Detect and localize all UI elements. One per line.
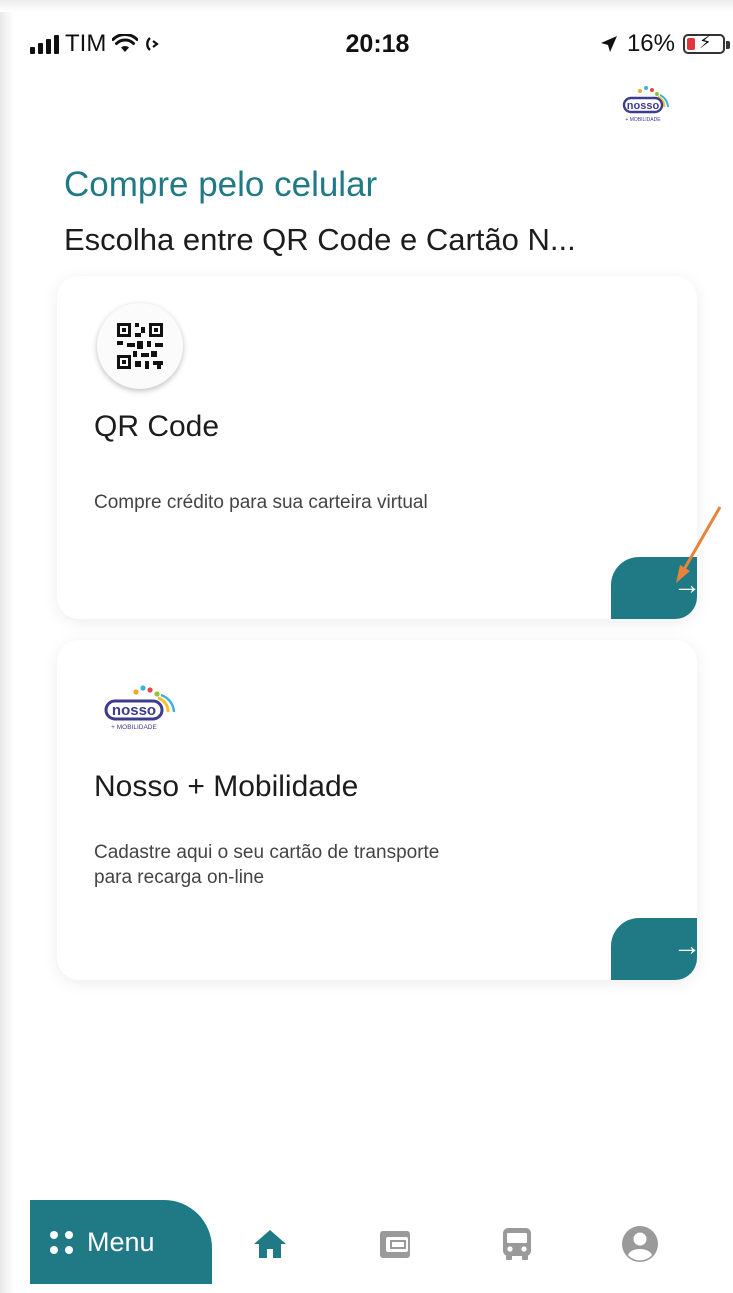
bus-icon bbox=[503, 1228, 531, 1260]
home-icon bbox=[254, 1230, 286, 1258]
battery-percent: 16% bbox=[626, 30, 675, 57]
arrow-right-icon: → bbox=[673, 569, 697, 600]
nosso-mobilidade-logo: nosso + MOBILIDADE bbox=[104, 685, 176, 731]
qr-code-card[interactable]: QR Code Compre crédito para sua carteira… bbox=[57, 276, 697, 619]
qr-code-arrow-button[interactable]: → bbox=[611, 557, 697, 619]
bottom-navigation: Menu bbox=[30, 1200, 725, 1284]
qr-code-card-title: QR Code bbox=[94, 410, 220, 443]
nav-bus-button[interactable] bbox=[497, 1224, 537, 1264]
header-logo-text: nosso bbox=[627, 100, 660, 112]
menu-label: Menu bbox=[87, 1226, 155, 1257]
header-logo-subtext: + MOBILIDADE bbox=[625, 117, 661, 123]
battery-icon: ⚡ bbox=[683, 32, 730, 54]
screenshot-border-left bbox=[0, 0, 14, 1293]
status-bar: TIM 20:18 16% ⚡ bbox=[30, 28, 730, 68]
description-line-2: para recarga on-line bbox=[94, 867, 265, 888]
nosso-mobilidade-header-logo: nosso + MOBILIDADE bbox=[622, 86, 669, 123]
page-title: Compre pelo celular bbox=[64, 165, 378, 204]
status-right: 16% ⚡ bbox=[599, 30, 730, 58]
qr-code-icon-badge bbox=[97, 303, 183, 389]
nav-profile-button[interactable] bbox=[620, 1224, 660, 1264]
nosso-mobilidade-arrow-button[interactable]: → bbox=[611, 918, 697, 980]
profile-icon bbox=[622, 1226, 658, 1262]
nosso-mobilidade-card-description: Cadastre aqui o seu cartão de transporte… bbox=[94, 840, 534, 890]
menu-dots-icon bbox=[50, 1230, 73, 1254]
card-logo-subtext: + MOBILIDADE bbox=[111, 724, 157, 731]
page-subtitle: Escolha entre QR Code e Cartão N... bbox=[64, 222, 576, 257]
nav-wallet-button[interactable] bbox=[376, 1224, 416, 1264]
qr-code-icon bbox=[115, 321, 165, 371]
location-arrow-icon bbox=[600, 36, 617, 52]
nosso-mobilidade-card[interactable]: nosso + MOBILIDADE Nosso + Mobilidade Ca… bbox=[57, 640, 697, 980]
description-line-1: Cadastre aqui o seu cartão de transporte bbox=[94, 842, 440, 863]
nav-home-button[interactable] bbox=[250, 1224, 290, 1264]
arrow-right-icon: → bbox=[673, 930, 697, 961]
nosso-mobilidade-card-title: Nosso + Mobilidade bbox=[94, 770, 359, 803]
screenshot-border-top bbox=[0, 0, 733, 12]
menu-button[interactable]: Menu bbox=[30, 1200, 212, 1284]
qr-code-card-description: Compre crédito para sua carteira virtual bbox=[94, 492, 428, 513]
wallet-icon bbox=[380, 1231, 410, 1258]
card-logo-text: nosso bbox=[112, 702, 156, 719]
